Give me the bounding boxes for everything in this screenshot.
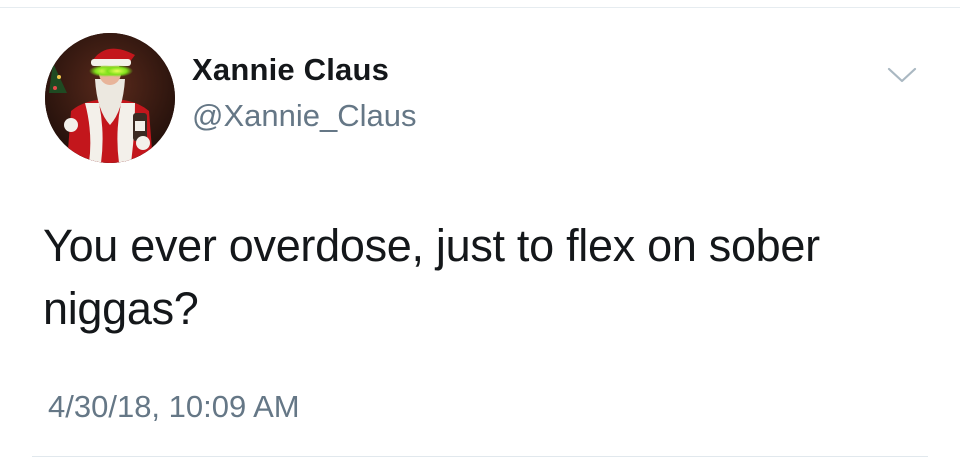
user-handle[interactable]: @Xannie_Claus [192, 96, 417, 136]
bottom-divider [32, 456, 928, 457]
author-info: Xannie Claus @Xannie_Claus [192, 50, 417, 136]
avatar[interactable] [45, 33, 175, 163]
tweet-text: You ever overdose, just to flex on sober… [43, 220, 820, 334]
tweet-card: Xannie Claus @Xannie_Claus You ever over… [0, 0, 960, 460]
santa-avatar-image [45, 33, 175, 163]
chevron-down-icon[interactable] [885, 64, 919, 86]
display-name[interactable]: Xannie Claus [192, 50, 417, 90]
tweet-timestamp[interactable]: 4/30/18, 10:09 AM [48, 387, 300, 427]
